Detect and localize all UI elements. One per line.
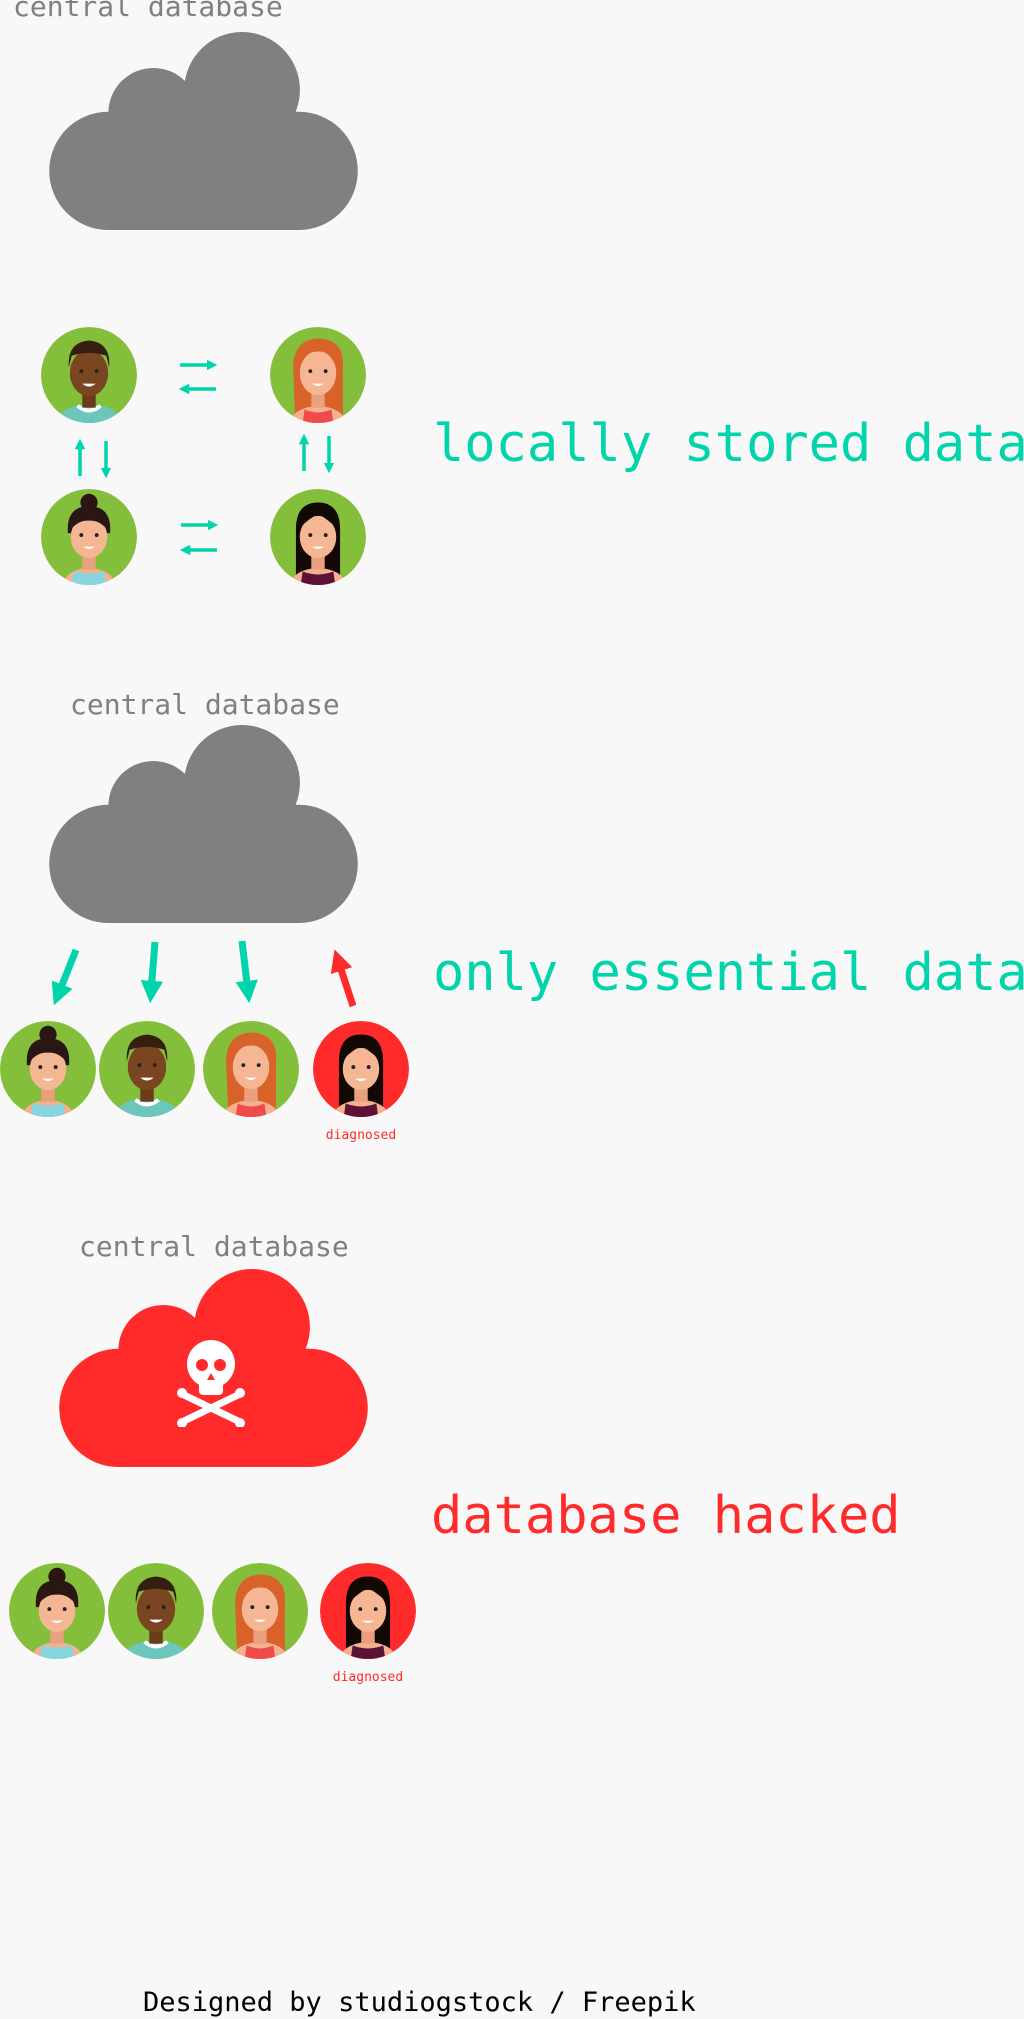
skull-crossbones-icon (177, 1340, 245, 1427)
caption-database-hacked: database hacked (431, 1486, 901, 1546)
avatar-bun-woman (0, 1021, 96, 1117)
avatar-man (41, 327, 137, 423)
avatar-bun-woman (9, 1563, 105, 1659)
cloud-icon (49, 32, 358, 230)
avatar-diagnosed-woman (313, 1021, 409, 1117)
arrow-down-icon (51, 948, 80, 1006)
central-database-cloud (49, 725, 358, 923)
avatar-man (108, 1563, 204, 1659)
central-database-cloud (49, 32, 358, 230)
diagnosed-label: diagnosed (332, 1670, 404, 1685)
avatar-redhead-woman (212, 1563, 308, 1659)
avatar-bun-woman (41, 489, 137, 585)
attribution-footer: Designed by studiogstock / Freepik (143, 1987, 696, 2018)
avatar-man (99, 1021, 195, 1117)
arrow-down-icon (235, 940, 258, 1004)
diagnosed-label: diagnosed (325, 1128, 397, 1143)
cloud-label: central database (13, 0, 283, 23)
avatar-black-hair-woman (270, 489, 366, 585)
caption-only-essential: only essential data (433, 943, 1024, 1003)
caption-locally-stored: locally stored data (433, 414, 1024, 474)
avatar-diagnosed-woman (320, 1563, 416, 1659)
cloud-label: central database (70, 688, 340, 721)
avatar-redhead-woman (203, 1021, 299, 1117)
arrow-up-icon (330, 949, 357, 1008)
arrow-down-icon (140, 941, 164, 1004)
cloud-icon (49, 725, 358, 923)
avatar-redhead-woman (270, 327, 366, 423)
cloud-label: central database (79, 1230, 349, 1263)
